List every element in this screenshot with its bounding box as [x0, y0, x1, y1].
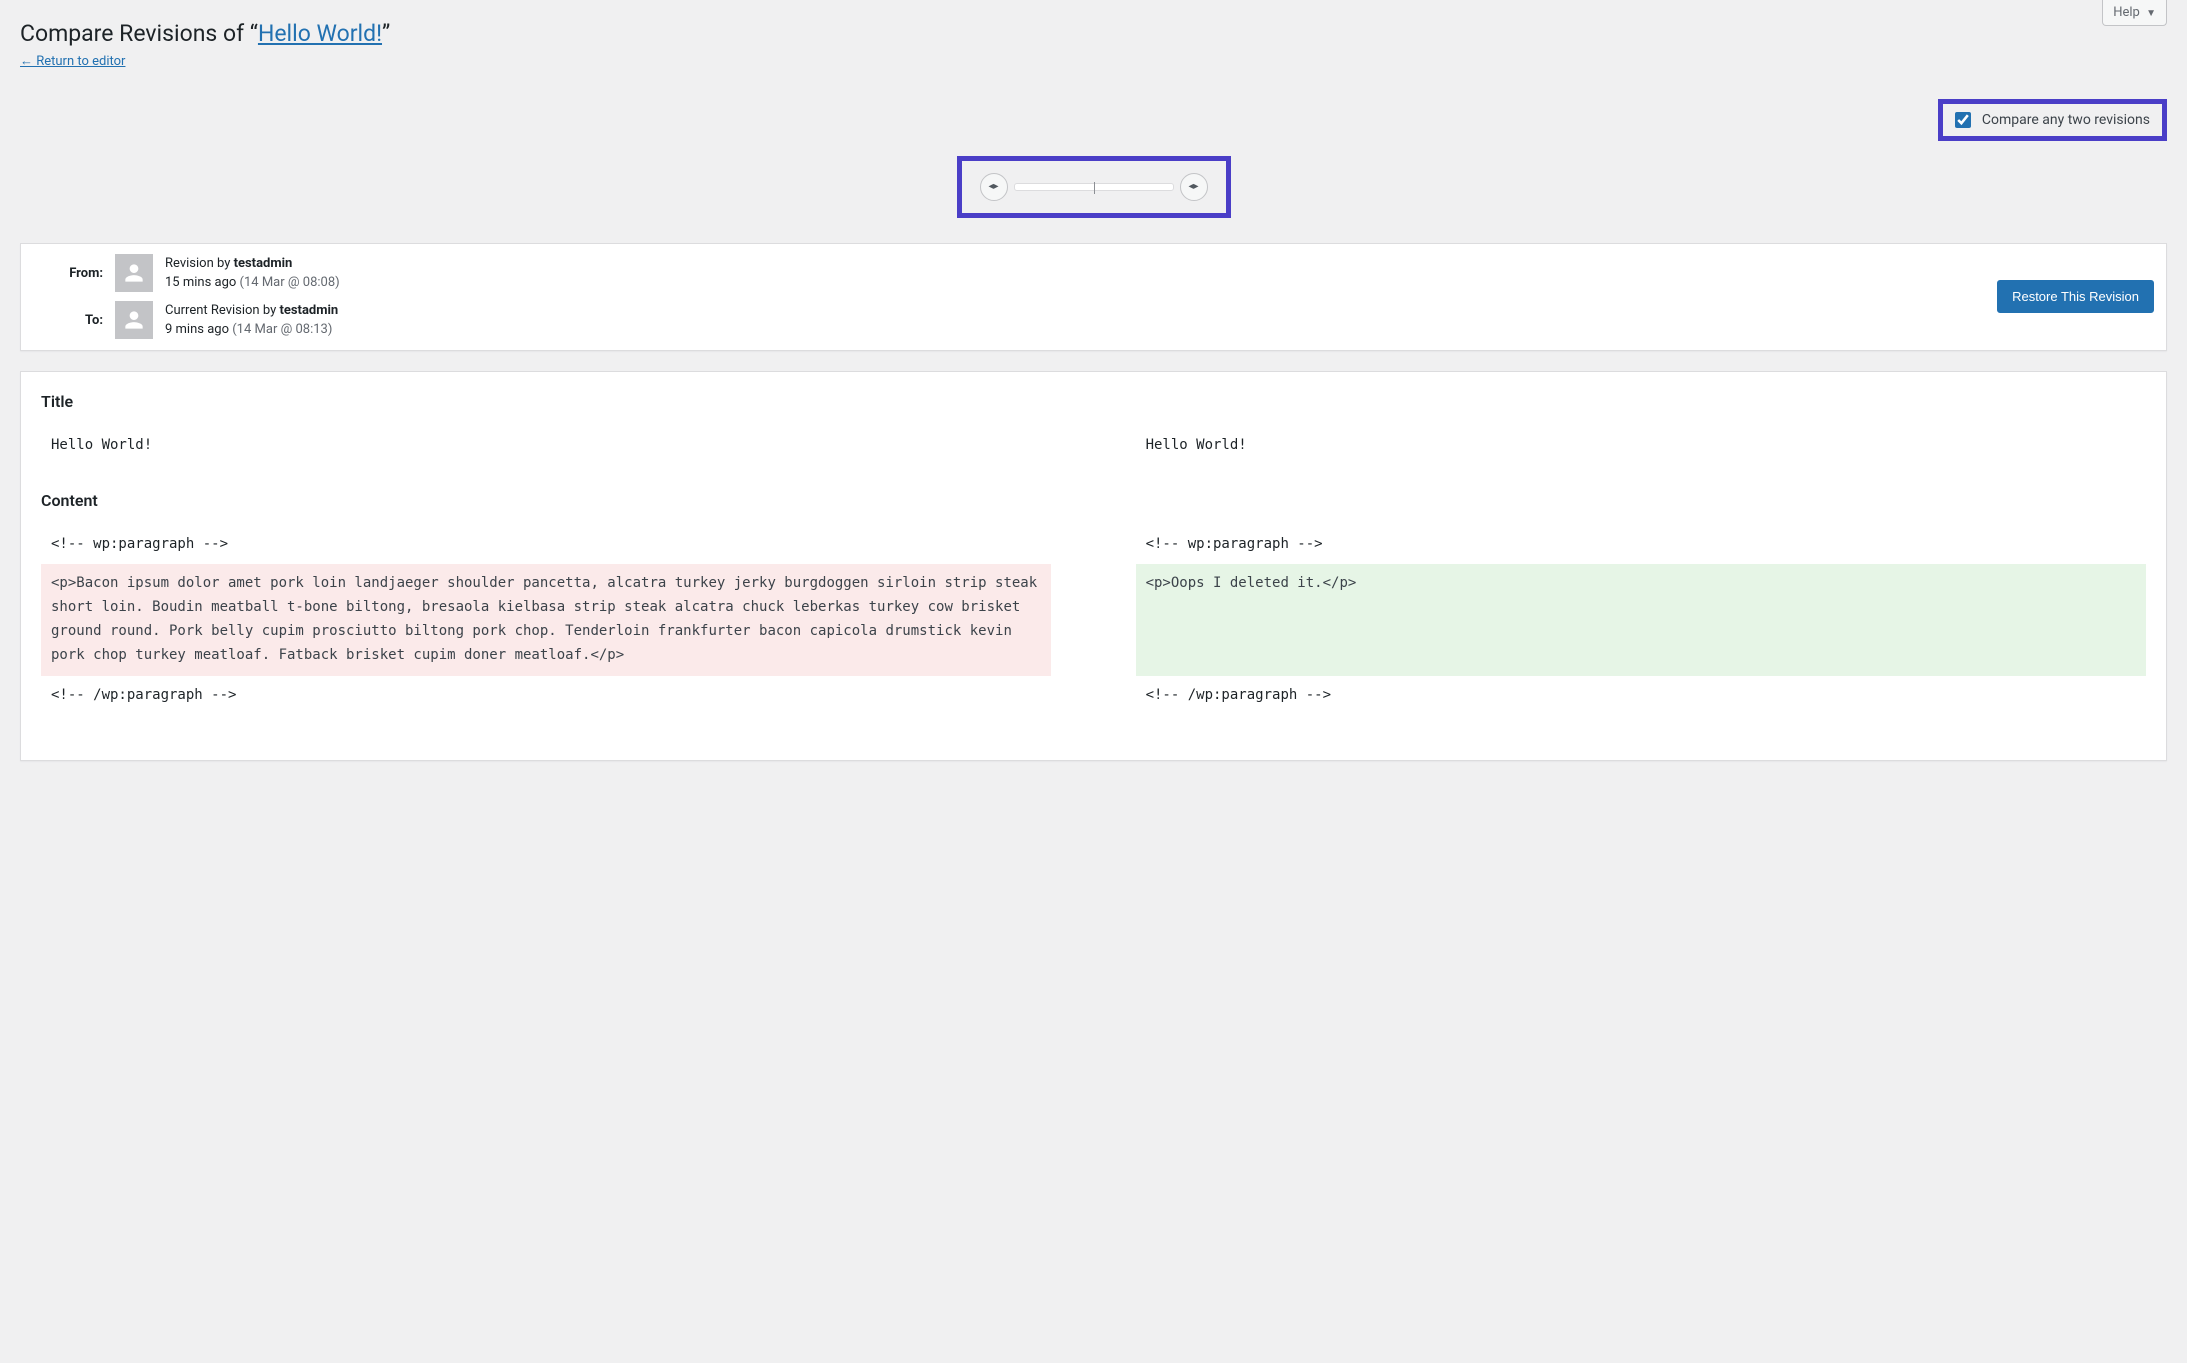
help-tab[interactable]: Help ▼: [2102, 0, 2167, 26]
return-to-editor-link[interactable]: ← Return to editor: [20, 53, 125, 69]
revision-time-ago: 15 mins ago: [165, 275, 236, 290]
revision-from-row: From: Revision by testadmin 15 mins ago …: [33, 254, 340, 293]
revision-slider-highlight: ◂▸ ◂▸: [957, 156, 1231, 218]
revision-author-line: Revision by testadmin: [165, 254, 340, 274]
diff-content-heading: Content: [41, 491, 2146, 510]
diff-from-cell: Hello World!: [41, 426, 1051, 466]
from-label: From:: [33, 266, 103, 281]
table-row: <!-- /wp:paragraph --> <!-- /wp:paragraph…: [41, 676, 2146, 716]
table-row: <p>Bacon ipsum dolor amet pork loin land…: [41, 564, 2146, 675]
revisions-meta: From: Revision by testadmin 15 mins ago …: [20, 243, 2167, 351]
revision-prefix: Revision by: [165, 256, 234, 271]
slider-prev-button[interactable]: ◂▸: [980, 173, 1008, 201]
diff-to-cell: <!-- /wp:paragraph -->: [1136, 676, 2146, 716]
revision-author-line: Current Revision by testadmin: [165, 301, 338, 321]
compare-two-revisions-highlight: Compare any two revisions: [1938, 99, 2167, 141]
avatar: [115, 301, 153, 339]
diff-to-cell: <p>Oops I deleted it.</p>: [1136, 564, 2146, 675]
help-label: Help: [2113, 5, 2140, 20]
diff-spacer: [1051, 525, 1135, 565]
diff-spacer: [1051, 564, 1135, 675]
diff-container: Title Hello World! Hello World! Content …: [20, 371, 2167, 762]
revision-author: testadmin: [234, 256, 293, 271]
post-title-link[interactable]: Hello World!: [258, 20, 382, 47]
revision-time-ago: 9 mins ago: [165, 322, 229, 337]
revision-prefix: Current Revision by: [165, 303, 279, 318]
diff-from-cell: <!-- /wp:paragraph -->: [41, 676, 1051, 716]
revision-to-row: To: Current Revision by testadmin 9 mins…: [33, 301, 340, 340]
page-title-prefix: Compare Revisions of “: [20, 20, 258, 47]
page-title: Compare Revisions of “Hello World!”: [20, 10, 2167, 53]
revision-timestamp: (14 Mar @ 08:08): [240, 275, 340, 290]
slider-tick-mark: [1094, 182, 1095, 194]
revision-timestamp: (14 Mar @ 08:13): [232, 322, 332, 337]
content-diff-table: <!-- wp:paragraph --> <!-- wp:paragraph -…: [41, 525, 2146, 716]
compare-two-label: Compare any two revisions: [1982, 112, 2150, 128]
diff-to-cell: Hello World!: [1136, 426, 2146, 466]
diff-from-cell: <!-- wp:paragraph -->: [41, 525, 1051, 565]
chevron-down-icon: ▼: [2146, 8, 2156, 19]
diff-spacer: [1051, 426, 1135, 466]
left-right-arrow-icon: ◂▸: [1188, 181, 1198, 192]
slider-next-button[interactable]: ◂▸: [1180, 173, 1208, 201]
person-icon: [121, 260, 147, 286]
revision-author: testadmin: [279, 303, 338, 318]
diff-from-cell: <p>Bacon ipsum dolor amet pork loin land…: [41, 564, 1051, 675]
person-icon: [121, 307, 147, 333]
title-diff-table: Hello World! Hello World!: [41, 426, 2146, 466]
to-label: To:: [33, 313, 103, 328]
diff-to-cell: <!-- wp:paragraph -->: [1136, 525, 2146, 565]
left-right-arrow-icon: ◂▸: [988, 181, 998, 192]
diff-spacer: [1051, 676, 1135, 716]
page-title-suffix: ”: [382, 20, 390, 47]
avatar: [115, 254, 153, 292]
revision-slider-track[interactable]: [1014, 183, 1174, 191]
compare-two-checkbox[interactable]: [1955, 112, 1971, 128]
restore-revision-button[interactable]: Restore This Revision: [1997, 280, 2154, 313]
diff-title-heading: Title: [41, 392, 2146, 411]
table-row: Hello World! Hello World!: [41, 426, 2146, 466]
table-row: <!-- wp:paragraph --> <!-- wp:paragraph -…: [41, 525, 2146, 565]
